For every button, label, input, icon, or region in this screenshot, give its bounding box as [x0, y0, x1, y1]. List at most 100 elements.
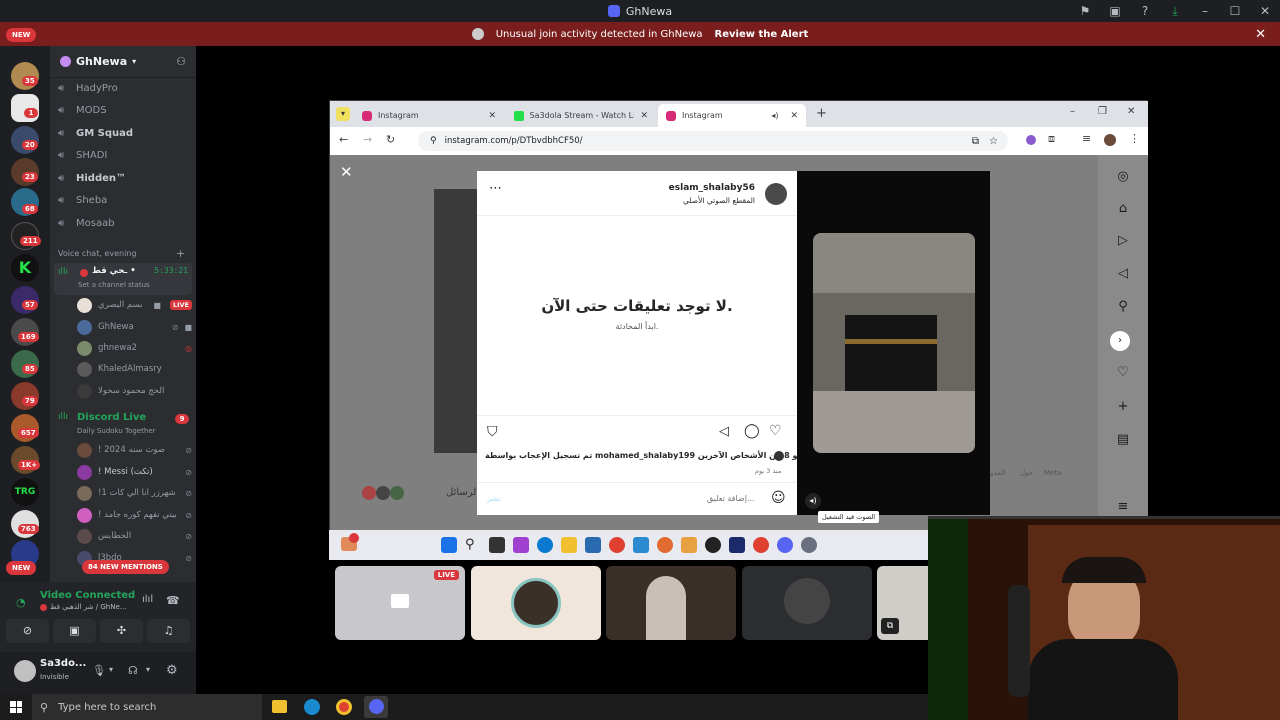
settings-gear-icon[interactable]: ⚙	[166, 663, 178, 678]
browser-maximize-button[interactable]: ❐	[1098, 106, 1107, 117]
voice-member[interactable]: ghnewa2 ◎	[77, 338, 192, 358]
browser-tab-active[interactable]: Instagram ◂) ✕	[658, 104, 806, 127]
voice-member[interactable]: الحطابس ⊘	[77, 526, 192, 546]
start-icon[interactable]	[441, 537, 457, 553]
voice-category-label[interactable]: Voice chat, evening	[58, 249, 136, 258]
extension-icon[interactable]	[1026, 135, 1036, 145]
new-pill-bottom[interactable]: NEW	[6, 561, 37, 575]
chevron-down-icon[interactable]: ▾	[146, 665, 150, 674]
home-icon[interactable]: ⌂	[1115, 201, 1131, 217]
install-app-icon[interactable]: ⧉	[972, 136, 979, 147]
new-tab-button[interactable]: +	[816, 106, 827, 121]
discord-icon[interactable]	[777, 537, 793, 553]
chrome-icon[interactable]	[336, 699, 352, 715]
user-name[interactable]: Sa3do...	[40, 658, 86, 669]
like-heart-icon[interactable]: ♡	[769, 423, 782, 439]
taskbar-search[interactable]: ⚲ Type here to search	[32, 694, 262, 720]
copilot-icon[interactable]	[513, 537, 529, 553]
file-explorer-icon[interactable]	[561, 537, 577, 553]
reload-icon[interactable]: ↻	[386, 133, 395, 146]
stream-tile-partial[interactable]: ⧉	[877, 566, 929, 640]
task-view-icon[interactable]	[489, 537, 505, 553]
stream-tile-user[interactable]	[742, 566, 872, 640]
camera-off-button[interactable]: ⊘	[6, 619, 49, 643]
voice-member[interactable]: ! Messi (تكت) ⊘	[77, 462, 192, 482]
instagram-logo-icon[interactable]: ◎	[1115, 169, 1131, 185]
notifications-heart-icon[interactable]: ♡	[1115, 365, 1131, 381]
voice-member[interactable]: KhaledAlmasry	[77, 359, 192, 379]
reel-video[interactable]: ◂)	[797, 171, 990, 515]
edge-icon[interactable]	[304, 699, 320, 715]
add-channel-icon[interactable]: +	[176, 247, 185, 260]
tab-close-icon[interactable]: ✕	[640, 111, 648, 121]
profile-avatar[interactable]	[1104, 134, 1116, 146]
voice-member[interactable]: GhNewa ⊘ ■	[77, 317, 192, 337]
tab-close-icon[interactable]: ✕	[790, 111, 798, 121]
user-avatar[interactable]	[14, 660, 36, 682]
download-icon[interactable]: ⤓	[1160, 4, 1190, 19]
close-modal-icon[interactable]: ✕	[340, 163, 353, 181]
noise-suppression-icon[interactable]: ılıl	[142, 594, 153, 605]
channel-item[interactable]: 🔊︎ HadyPro	[58, 78, 118, 98]
minimize-button[interactable]: –	[1190, 4, 1220, 18]
create-icon[interactable]: +	[1115, 399, 1131, 415]
extensions-puzzle-icon[interactable]: ⧈	[1048, 132, 1055, 146]
screen-share-icon[interactable]: ▣	[1100, 4, 1130, 18]
voice-member[interactable]: !1 شهرزر انا الي كات ⊘	[77, 483, 192, 503]
store-icon[interactable]	[585, 537, 601, 553]
bookmark-star-icon[interactable]: ☆	[989, 136, 998, 147]
forward-icon[interactable]: →	[363, 133, 372, 146]
back-icon[interactable]: ←	[339, 133, 348, 146]
browser-close-button[interactable]: ✕	[1127, 106, 1135, 117]
windows-start-icon[interactable]	[10, 701, 22, 713]
browser-tab[interactable]: Sa3dola Stream - Watch Live o ✕	[506, 104, 656, 127]
disconnect-icon[interactable]: ☎	[166, 594, 180, 607]
pop-out-icon[interactable]: ⧉	[881, 618, 899, 634]
more-menu-icon[interactable]: ≡	[1115, 499, 1131, 515]
channel-item[interactable]: 🔊︎ SHADI	[58, 145, 107, 165]
post-comment-button[interactable]: نشر	[487, 494, 501, 503]
chrome-profile-icon[interactable]	[657, 537, 673, 553]
site-info-icon[interactable]: ⚲	[430, 136, 437, 146]
obs-icon[interactable]	[705, 537, 721, 553]
discord-live-title[interactable]: Discord Live	[77, 412, 146, 423]
review-alert-link[interactable]: Review the Alert	[715, 29, 809, 40]
reels-icon[interactable]: ▷	[1115, 233, 1131, 249]
connection-status[interactable]: Video Connected	[40, 590, 135, 601]
active-voice-channel[interactable]: ıllı ـحي قط • 5:33:21 Set a channel stat…	[54, 263, 192, 295]
post-options-icon[interactable]: ⋯	[489, 181, 502, 196]
search-icon[interactable]: ⚲	[465, 537, 481, 553]
vscode-icon[interactable]	[633, 537, 649, 553]
channel-item[interactable]: 🔊︎ Hidden™	[58, 168, 126, 188]
browser-minimize-button[interactable]: –	[1070, 106, 1075, 117]
voice-member[interactable]: ! بيتي نفهم كوره جامد ⊘	[77, 505, 192, 525]
new-mentions-pill[interactable]: 84 NEW MENTIONS	[82, 560, 169, 574]
alert-close-icon[interactable]: ✕	[1255, 27, 1266, 42]
tab-close-icon[interactable]: ✕	[488, 111, 496, 121]
share-icon[interactable]: ◁	[719, 424, 729, 439]
edge-icon[interactable]	[537, 537, 553, 553]
headphones-icon[interactable]: ☊	[128, 664, 138, 677]
voice-member[interactable]: الحج محمود سحولا	[77, 381, 192, 401]
audio-playing-icon[interactable]: ◂)	[805, 493, 821, 509]
stream-tile-camera[interactable]	[606, 566, 736, 640]
save-bookmark-icon[interactable]: ⛉	[487, 424, 498, 440]
channel-item[interactable]: 🔊︎ Sheba	[58, 190, 107, 210]
help-icon[interactable]: ?	[1130, 4, 1160, 18]
new-pill-top[interactable]: NEW	[6, 28, 37, 42]
settings-icon[interactable]	[801, 537, 817, 553]
chrome-icon[interactable]	[753, 537, 769, 553]
browser-tab[interactable]: Instagram ✕	[354, 104, 504, 127]
comment-icon[interactable]: ◯	[744, 423, 760, 439]
stream-tile-screen[interactable]: LIVE	[335, 566, 465, 640]
stream-tile-user[interactable]	[471, 566, 601, 640]
microphone-icon[interactable]: 🎙︎	[92, 664, 106, 677]
emoji-icon[interactable]: ☺	[771, 490, 786, 506]
add-member-icon[interactable]: ⚇	[176, 55, 186, 68]
author-avatar[interactable]	[765, 183, 787, 205]
dashboard-icon[interactable]: ▤	[1115, 432, 1131, 448]
inbox-flag-icon[interactable]: ⚑	[1070, 4, 1100, 18]
reading-list-icon[interactable]: ≡	[1082, 132, 1091, 145]
channel-item[interactable]: 🔊︎ GM Squad	[58, 123, 133, 143]
server-icon[interactable]: TRG	[11, 478, 39, 506]
